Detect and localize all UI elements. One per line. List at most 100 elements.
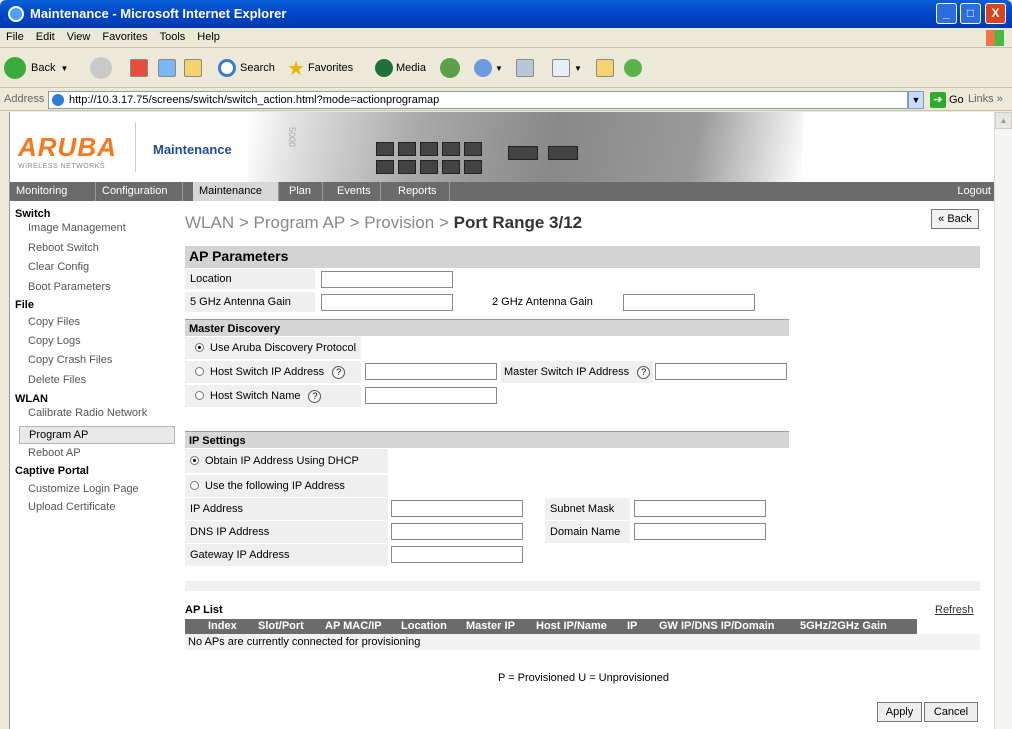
search-button[interactable]: Search	[218, 56, 275, 80]
nav-configuration[interactable]: Configuration	[96, 182, 183, 201]
section-spacer	[185, 581, 980, 591]
address-dropdown-button[interactable]: ▼	[908, 91, 924, 109]
close-button[interactable]: X	[985, 3, 1006, 24]
apply-button[interactable]: Apply	[877, 702, 922, 722]
gain-2ghz-input[interactable]	[623, 294, 755, 311]
vertical-scrollbar[interactable]: ▲	[994, 112, 1012, 729]
host-switch-ip-input[interactable]	[365, 363, 497, 380]
static-ip-option[interactable]: Use the following IP Address	[185, 475, 388, 497]
col-gain: 5GHz/2GHz Gain	[800, 620, 887, 632]
col-master-ip: Master IP	[466, 620, 515, 632]
location-input[interactable]	[321, 271, 453, 288]
dhcp-radio[interactable]	[190, 456, 199, 465]
scroll-up-button[interactable]: ▲	[995, 112, 1012, 129]
host-ip-option[interactable]: Host Switch IP Address?	[185, 361, 361, 383]
menu-tools[interactable]: Tools	[154, 28, 192, 46]
messenger-icon	[624, 59, 642, 77]
nav-maintenance[interactable]: Maintenance	[193, 182, 279, 201]
ip-address-input[interactable]	[391, 500, 523, 517]
search-icon	[218, 59, 236, 77]
media-button[interactable]: Media	[375, 56, 426, 80]
search-label: Search	[240, 62, 275, 74]
ap-parameters-header: AP Parameters	[185, 246, 980, 268]
sidebar-item-copy-files[interactable]: Copy Files	[28, 316, 80, 328]
ap-list-header-row: Index Slot/Port AP MAC/IP Location Maste…	[185, 619, 917, 634]
menu-help[interactable]: Help	[191, 28, 226, 46]
edit-button[interactable]: ▼	[552, 56, 582, 80]
help-icon[interactable]: ?	[332, 365, 346, 379]
minimize-button[interactable]: _	[936, 3, 957, 24]
sidebar-item-reboot-switch[interactable]: Reboot Switch	[28, 242, 99, 254]
host-switch-name-input[interactable]	[365, 387, 497, 404]
gain-5ghz-label: 5 GHz Antenna Gain	[185, 292, 315, 312]
breadcrumb-provision[interactable]: Provision	[364, 213, 434, 232]
menu-edit[interactable]: Edit	[30, 28, 61, 46]
static-ip-radio[interactable]	[190, 481, 199, 490]
favorites-label: Favorites	[307, 62, 354, 74]
dns-ip-input[interactable]	[391, 523, 523, 540]
host-name-option[interactable]: Host Switch Name?	[185, 385, 361, 407]
host-ip-option-label: Host Switch IP Address	[210, 366, 325, 378]
stop-button[interactable]	[130, 56, 148, 80]
nav-events[interactable]: Events	[331, 182, 381, 201]
mail-button[interactable]: ▼	[474, 56, 503, 80]
adp-option[interactable]: Use Aruba Discovery Protocol	[185, 337, 361, 359]
sidebar-item-calibrate-radio-network[interactable]: Calibrate Radio Network	[28, 407, 147, 419]
dhcp-option[interactable]: Obtain IP Address Using DHCP	[185, 449, 388, 473]
cancel-button[interactable]: Cancel	[924, 702, 978, 722]
breadcrumb-program-ap[interactable]: Program AP	[254, 213, 345, 232]
sidebar-item-delete-files[interactable]: Delete Files	[28, 374, 86, 386]
help-icon[interactable]: ?	[637, 365, 651, 379]
home-button[interactable]	[184, 56, 202, 80]
col-index: Index	[208, 620, 237, 632]
sidebar-item-customize-login-page[interactable]: Customize Login Page	[28, 483, 139, 495]
forward-button[interactable]	[90, 56, 112, 80]
breadcrumb-separator: >	[438, 213, 449, 232]
favorites-button[interactable]: ★ Favorites	[287, 56, 353, 80]
logout-link[interactable]: Logout	[957, 185, 991, 197]
sidebar-item-clear-config[interactable]: Clear Config	[28, 261, 89, 273]
page-header: ARUBA WIRELESS NETWORKS Maintenance 5000	[10, 112, 994, 182]
menu-favorites[interactable]: Favorites	[96, 28, 153, 46]
go-button[interactable]: ➔ Go	[930, 92, 964, 108]
static-ip-option-label: Use the following IP Address	[205, 480, 345, 492]
nav-monitoring[interactable]: Monitoring	[10, 182, 96, 201]
messenger-button[interactable]	[624, 56, 642, 80]
sidebar-group-wlan: WLAN	[15, 393, 48, 405]
discuss-button[interactable]	[596, 56, 614, 80]
gain-5ghz-input[interactable]	[321, 294, 453, 311]
menu-file[interactable]: File	[0, 28, 30, 46]
sidebar-item-boot-parameters[interactable]: Boot Parameters	[28, 281, 111, 293]
breadcrumb-wlan[interactable]: WLAN	[185, 213, 234, 232]
subnet-mask-input[interactable]	[634, 500, 766, 517]
sidebar: Switch Image Management Reboot Switch Cl…	[10, 201, 175, 729]
mail-icon	[474, 59, 492, 77]
back-link-button[interactable]: « Back	[931, 209, 979, 229]
sidebar-item-program-ap[interactable]: Program AP	[19, 426, 175, 444]
maximize-button[interactable]: □	[960, 3, 981, 24]
nav-plan[interactable]: Plan	[283, 182, 323, 201]
gateway-ip-input[interactable]	[391, 546, 523, 563]
history-button[interactable]	[440, 56, 460, 80]
back-button[interactable]: Back ▼	[4, 56, 68, 80]
help-icon[interactable]: ?	[308, 389, 322, 403]
refresh-link[interactable]: Refresh	[935, 604, 974, 616]
refresh-button[interactable]	[158, 56, 176, 80]
sidebar-item-reboot-ap[interactable]: Reboot AP	[28, 447, 81, 459]
menu-view[interactable]: View	[61, 28, 97, 46]
adp-radio[interactable]	[195, 343, 204, 352]
sidebar-item-image-management[interactable]: Image Management	[28, 222, 126, 234]
domain-name-input[interactable]	[634, 523, 766, 540]
nav-reports[interactable]: Reports	[392, 182, 450, 201]
address-input[interactable]: http://10.3.17.75/screens/switch/switch_…	[48, 91, 908, 109]
sidebar-item-upload-certificate[interactable]: Upload Certificate	[28, 501, 115, 513]
sidebar-item-copy-crash-files[interactable]: Copy Crash Files	[28, 354, 112, 366]
master-switch-ip-input[interactable]	[655, 363, 787, 380]
switch-chassis-image: 5000	[248, 112, 803, 182]
host-name-radio[interactable]	[195, 391, 204, 400]
links-button[interactable]: Links »	[968, 93, 1003, 105]
sidebar-group-switch: Switch	[15, 208, 51, 220]
print-button[interactable]	[516, 56, 534, 80]
sidebar-item-copy-logs[interactable]: Copy Logs	[28, 335, 81, 347]
host-ip-radio[interactable]	[195, 367, 204, 376]
